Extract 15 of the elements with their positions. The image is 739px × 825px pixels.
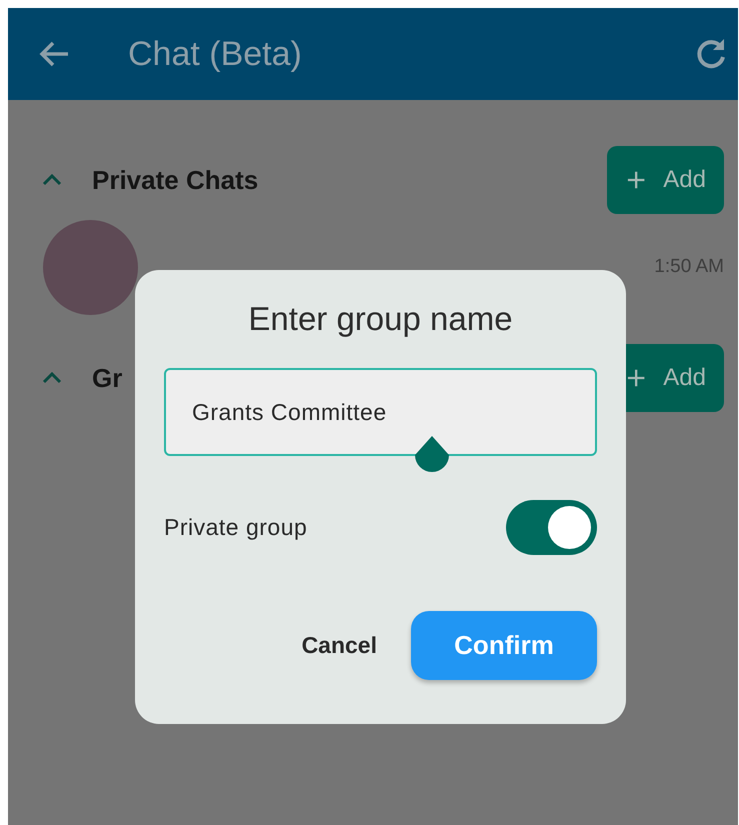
back-arrow-icon[interactable] [38,40,70,68]
section-title: Gr [92,362,124,394]
chevron-up-icon[interactable] [42,174,62,186]
add-button[interactable]: Add [607,146,724,214]
app-bar-title: Chat (Beta) [128,34,303,74]
plus-icon [627,170,646,190]
message-time: 1:50 AM [654,256,724,278]
dialog-title: Enter group name [248,300,513,338]
plus-icon [627,368,646,388]
group-name-field[interactable]: Grants Committee [164,368,597,456]
toggle-label: Private group [164,514,308,541]
confirm-button[interactable]: Confirm [411,611,597,680]
cancel-button[interactable]: Cancel [302,632,377,659]
chevron-up-icon[interactable] [42,372,62,384]
section-title: Private Chats [92,164,260,196]
